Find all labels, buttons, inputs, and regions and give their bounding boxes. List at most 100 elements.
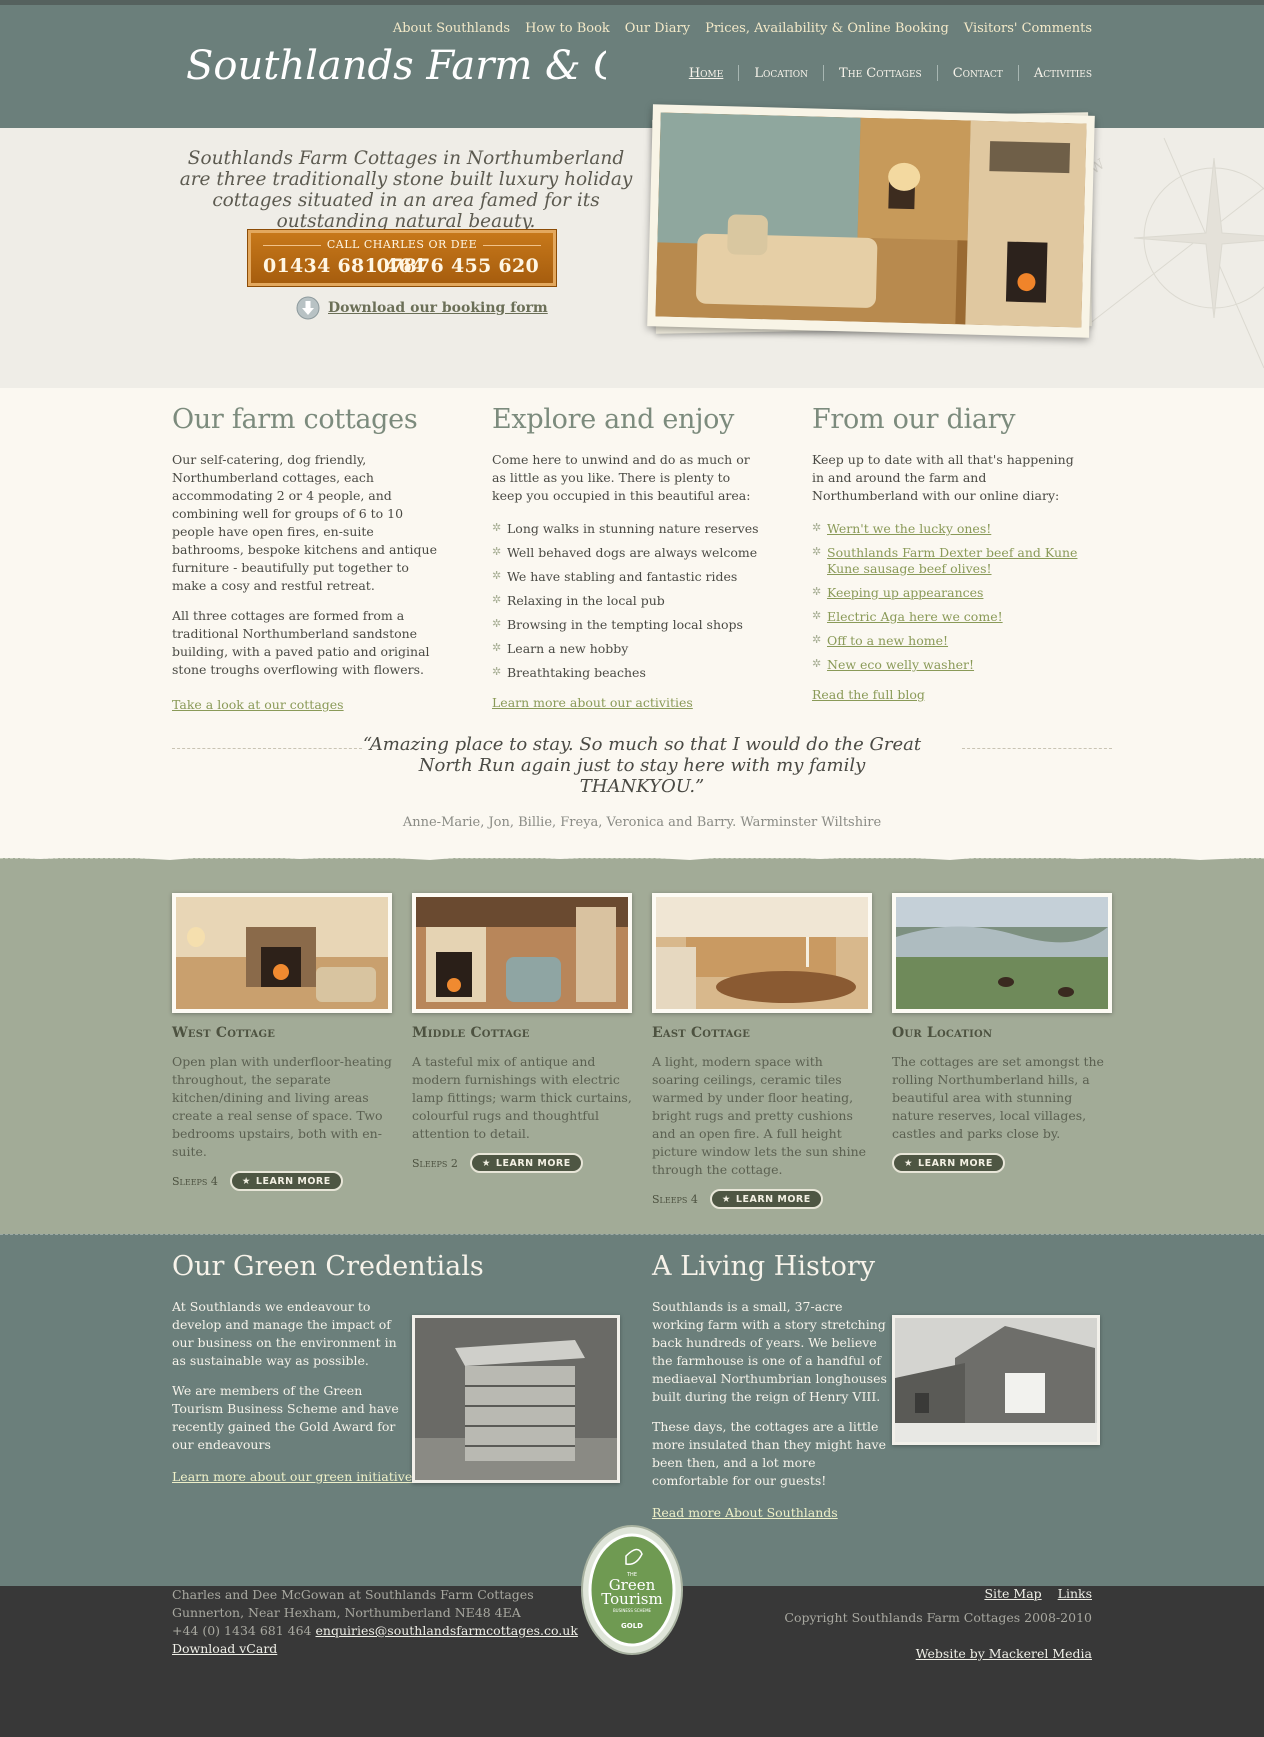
nav-home[interactable]: Home [674, 66, 739, 81]
download-booking-link[interactable]: Download our booking form [328, 300, 548, 316]
star-bullet-icon: ✲ [812, 585, 822, 598]
nav-location[interactable]: Location [739, 66, 823, 81]
site-logo[interactable]: Southlands Farm & Cottages [186, 27, 606, 107]
footer-email-link[interactable]: enquiries@southlandsfarmcottages.co.uk [316, 1623, 578, 1638]
green-initiatives-link[interactable]: Learn more about our green initiatives. [172, 1469, 423, 1484]
farmhouse-photo [895, 1318, 1097, 1442]
mackerel-media-link[interactable]: Website by Mackerel Media [916, 1646, 1092, 1661]
star-bullet-icon: ✲ [492, 641, 502, 654]
star-icon: ★ [481, 1157, 491, 1169]
list-item-text: Long walks in stunning nature reserves [507, 521, 759, 536]
site-header: Southlands Farm & Cottages About Southla… [0, 0, 1264, 128]
learn-more-button[interactable]: ★ LEARN MORE [469, 1153, 583, 1173]
list-item: ✲ Off to a new home! [812, 633, 1084, 649]
star-bullet-icon: ✲ [812, 545, 822, 558]
list-item: ✲ Keeping up appearances [812, 585, 1084, 601]
diary-post-link[interactable]: Wern't we the lucky ones! [827, 521, 991, 536]
cottages-link[interactable]: Take a look at our cottages [172, 697, 344, 712]
nav-contact[interactable]: Contact [938, 66, 1018, 81]
cottage-card: Our Location The cottages are set amongs… [892, 893, 1112, 1173]
links-link[interactable]: Links [1058, 1586, 1092, 1601]
cottage-photo-frame[interactable] [412, 893, 632, 1013]
footer-contact-line: +44 (0) 1434 681 464 enquiries@southland… [172, 1622, 578, 1640]
green-credentials-column: Our Green Credentials At Southlands we e… [172, 1251, 632, 1485]
main-nav: Home Location The Cottages Contact Activ… [674, 65, 1092, 81]
learn-more-button[interactable]: ★ LEARN MORE [709, 1189, 823, 1209]
activities-link[interactable]: Learn more about our activities [492, 695, 693, 710]
download-vcard-link[interactable]: Download vCard [172, 1641, 277, 1656]
sleeps-count: Sleeps 4 [172, 1174, 218, 1188]
cottage-description: The cottages are set amongst the rolling… [892, 1054, 1104, 1141]
hero-intro: Southlands Farm Cottages in Northumberla… [179, 148, 633, 232]
compost-photo-frame [412, 1315, 620, 1483]
list-item: ✲ Electric Aga here we come! [812, 609, 1084, 625]
cottage-photo-frame[interactable] [892, 893, 1112, 1013]
green-tourism-badge[interactable]: THE Green Tourism BUSINESS SCHEME GOLD [580, 1524, 684, 1656]
button-label: LEARN MORE [918, 1157, 993, 1169]
list-item: ✲ Wern't we the lucky ones! [812, 521, 1084, 537]
top-link-prices[interactable]: Prices, Availability & Online Booking [705, 21, 949, 36]
copyright-text: Copyright Southlands Farm Cottages 2008-… [784, 1610, 1092, 1625]
nav-activities[interactable]: Activities [1019, 66, 1092, 81]
button-label: LEARN MORE [735, 1193, 811, 1205]
diary-post-link[interactable]: Off to a new home! [827, 633, 948, 648]
about-southlands-link[interactable]: Read more About Southlands [652, 1505, 838, 1520]
blog-link[interactable]: Read the full blog [812, 687, 925, 702]
cottage-card: Middle Cottage A tasteful mix of antique… [412, 893, 632, 1173]
down-arrow-circle-icon [296, 296, 320, 320]
sitemap-link[interactable]: Site Map [984, 1586, 1041, 1601]
star-bullet-icon: ✲ [492, 617, 502, 630]
top-link-how-to-book[interactable]: How to Book [525, 21, 610, 36]
list-item: ✲ Browsing in the tempting local shops [492, 617, 764, 633]
torn-paper-edge [0, 851, 1264, 860]
top-link-comments[interactable]: Visitors' Comments [964, 21, 1092, 36]
cottage-card: East Cottage A light, modern space with … [652, 893, 872, 1209]
green-title: Our Green Credentials [172, 1251, 484, 1282]
footer-owners: Charles and Dee McGowan at Southlands Fa… [172, 1587, 534, 1602]
button-label: LEARN MORE [255, 1175, 331, 1187]
farm-cottages-title: Our farm cottages [172, 404, 418, 435]
diary-column: From our diary Keep up to date with all … [812, 404, 1084, 703]
explore-paragraph: Come here to unwind and do as much or as… [492, 452, 751, 503]
call-label: CALL CHARLES OR DEE [251, 238, 553, 251]
history-paragraph-1: Southlands is a small, 37-acre working f… [652, 1299, 887, 1404]
phone-mobile[interactable]: 07876 455 620 [376, 255, 539, 277]
list-item: ✲ Relaxing in the local pub [492, 593, 764, 609]
testimonial-quote: “Amazing place to stay. So much so that … [362, 734, 922, 797]
learn-more-button[interactable]: ★ LEARN MORE [229, 1171, 343, 1191]
farm-cottages-column: Our farm cottages Our self-catering, dog… [172, 404, 444, 713]
compost-bin-photo [415, 1318, 617, 1480]
cottage-description: Open plan with underfloor-heating throug… [172, 1054, 392, 1159]
learn-more-button[interactable]: ★ LEARN MORE [892, 1153, 1005, 1173]
star-bullet-icon: ✲ [492, 521, 502, 534]
footer-phone: +44 (0) 1434 681 464 [172, 1623, 312, 1638]
diary-post-link[interactable]: Southlands Farm Dexter beef and Kune Kun… [827, 545, 1077, 576]
star-icon: ★ [241, 1175, 251, 1187]
footer-address: Charles and Dee McGowan at Southlands Fa… [172, 1586, 578, 1658]
history-paragraph-2: These days, the cottages are a little mo… [652, 1419, 887, 1488]
intro-columns: Our farm cottages Our self-catering, dog… [0, 388, 1264, 858]
star-icon: ★ [721, 1193, 731, 1205]
explore-column: Explore and enjoy Come here to unwind an… [492, 404, 764, 711]
top-link-diary[interactable]: Our Diary [625, 21, 690, 36]
list-item: ✲ Southlands Farm Dexter beef and Kune Ku… [812, 545, 1084, 577]
diary-post-link[interactable]: New eco welly washer! [827, 657, 974, 672]
cottage-photo-frame[interactable] [172, 893, 392, 1013]
history-title: A Living History [652, 1251, 876, 1282]
list-item: ✲ Learn a new hobby [492, 641, 764, 657]
top-links: About Southlands How to Book Our Diary P… [393, 21, 1092, 36]
list-item-text: Relaxing in the local pub [507, 593, 665, 608]
diary-title: From our diary [812, 404, 1016, 435]
diary-post-link[interactable]: Electric Aga here we come! [827, 609, 1003, 624]
testimonial-author: Anne-Marie, Jon, Billie, Freya, Veronica… [402, 815, 882, 830]
compass-rose-icon: SW [1079, 137, 1264, 369]
hero-photo-frame [647, 104, 1095, 338]
top-link-about[interactable]: About Southlands [393, 21, 510, 36]
farm-cottages-paragraph-2: All three cottages are formed from a tra… [172, 608, 430, 677]
cottage-photo-frame[interactable] [652, 893, 872, 1013]
diary-post-link[interactable]: Keeping up appearances [827, 585, 983, 600]
download-booking-form[interactable]: Download our booking form [296, 296, 548, 320]
star-bullet-icon: ✲ [812, 657, 822, 670]
nav-cottages[interactable]: The Cottages [824, 66, 937, 81]
footer-links: Site Map Links [984, 1586, 1092, 1601]
